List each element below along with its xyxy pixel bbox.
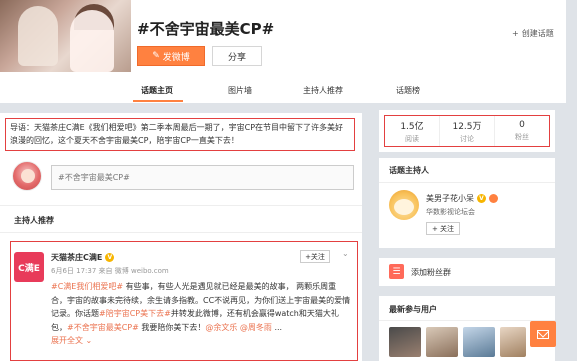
feed-meta: 6月6日 17:37 来自 微博 weibo.com [51, 267, 169, 275]
recent-user-avatar[interactable] [500, 327, 526, 357]
divider [0, 205, 362, 206]
mail-icon [537, 329, 549, 339]
host-name-link[interactable]: 美男子花小呆 V [426, 193, 498, 204]
recent-user-avatar[interactable] [389, 327, 421, 357]
group-icon: ☰ [389, 264, 404, 279]
stat-value: 1.5亿 [400, 121, 424, 132]
topic-tabs: 话题主页 图片墙 主持人推荐 话题榜 [0, 80, 566, 103]
divider [379, 320, 555, 321]
tab-host-recommend[interactable]: 主持人推荐 [303, 85, 343, 96]
host-description: 华数影视论坛会 [426, 208, 475, 216]
host-name: 美男子花小呆 [426, 194, 474, 203]
avatar-face [21, 169, 35, 183]
stat-fans: 0 粉丝 [495, 116, 549, 146]
cover-figure-right [70, 10, 114, 72]
divider [0, 232, 362, 233]
host-card-title: 话题主持人 [389, 166, 429, 175]
avatar[interactable] [12, 161, 42, 191]
chevron-down-icon[interactable]: ⌄ [342, 249, 350, 258]
feed-author-avatar[interactable]: C满E [14, 252, 44, 282]
post-weibo-button[interactable]: ✎ 发微博 [137, 46, 205, 66]
host-avatar[interactable] [389, 190, 419, 220]
topic-cover-image [0, 0, 131, 72]
tab-topic-rank[interactable]: 话题榜 [396, 85, 420, 96]
fans-group-card [379, 258, 555, 286]
feed-text-part: ... [271, 322, 283, 332]
host-follow-button[interactable]: + 关注 [426, 222, 460, 235]
post-weibo-label: 发微博 [162, 52, 190, 63]
post-composer-input[interactable]: #不舍宇宙最美CP# [51, 165, 354, 190]
mention-link[interactable]: @周冬雨 [240, 323, 272, 332]
page-title: #不舍宇宙最美CP# [137, 20, 275, 38]
follow-button[interactable]: +关注 [300, 250, 330, 263]
feed-author[interactable]: 天猫茶庄C满E V [51, 252, 115, 263]
feed-text: #C满E我们相爱吧# 有些事，有些人光是遇见就已经是最美的故事， 两颗乐周重合，… [51, 280, 351, 334]
mention-link[interactable]: @余文乐 [205, 323, 237, 332]
create-topic-link[interactable]: + 创建话题 [512, 28, 554, 39]
add-fans-group-link[interactable]: 添加粉丝群 [411, 267, 451, 278]
stat-label: 讨论 [460, 134, 474, 143]
cover-figure-left [18, 6, 58, 66]
stat-label: 阅读 [405, 134, 419, 143]
topic-guide: 导语：天猫茶庄C满E《我们相爱吧》第二季本周最后一期了，宇宙CP在节目中留下了许… [5, 118, 355, 151]
message-button[interactable] [530, 321, 556, 347]
verified-icon: V [477, 194, 486, 203]
stat-value: 0 [519, 120, 525, 130]
expand-text-link[interactable]: 展开全文 ⌄ [51, 335, 92, 346]
recent-user-avatar[interactable] [426, 327, 458, 357]
host-avatar-face [394, 199, 414, 215]
recent-user-avatar[interactable] [463, 327, 495, 357]
stat-label: 粉丝 [515, 133, 529, 141]
verified-icon: V [105, 253, 115, 262]
hashtag-link[interactable]: #陪宇宙CP美下去# [99, 309, 171, 318]
stat-value: 12.5万 [452, 121, 482, 132]
create-topic-label: 创建话题 [521, 29, 554, 38]
feed-author-name: 天猫茶庄C满E [51, 253, 103, 262]
topic-stats: 1.5亿 阅读 12.5万 讨论 0 粉丝 [384, 115, 550, 147]
tab-picture-wall[interactable]: 图片墙 [228, 85, 252, 96]
host-recommend-heading: 主持人推荐 [14, 216, 54, 225]
edit-icon: ✎ [152, 51, 160, 61]
feed-text-part: 我要陪你美下去！ [138, 322, 206, 332]
share-button[interactable]: 分享 [212, 46, 262, 66]
stat-reads: 1.5亿 阅读 [385, 116, 440, 146]
hashtag-link[interactable]: #C满E我们相爱吧# [51, 282, 123, 291]
stat-discussions: 12.5万 讨论 [440, 116, 495, 146]
active-tab-indicator [133, 100, 183, 102]
recent-users-title: 最新参与用户 [389, 305, 437, 314]
tab-topic-home[interactable]: 话题主页 [141, 85, 173, 96]
member-badge-icon [489, 194, 498, 203]
hashtag-link[interactable]: #不舍宇宙最美CP# [67, 323, 139, 332]
divider [379, 182, 555, 183]
plus-icon: + [512, 29, 519, 38]
